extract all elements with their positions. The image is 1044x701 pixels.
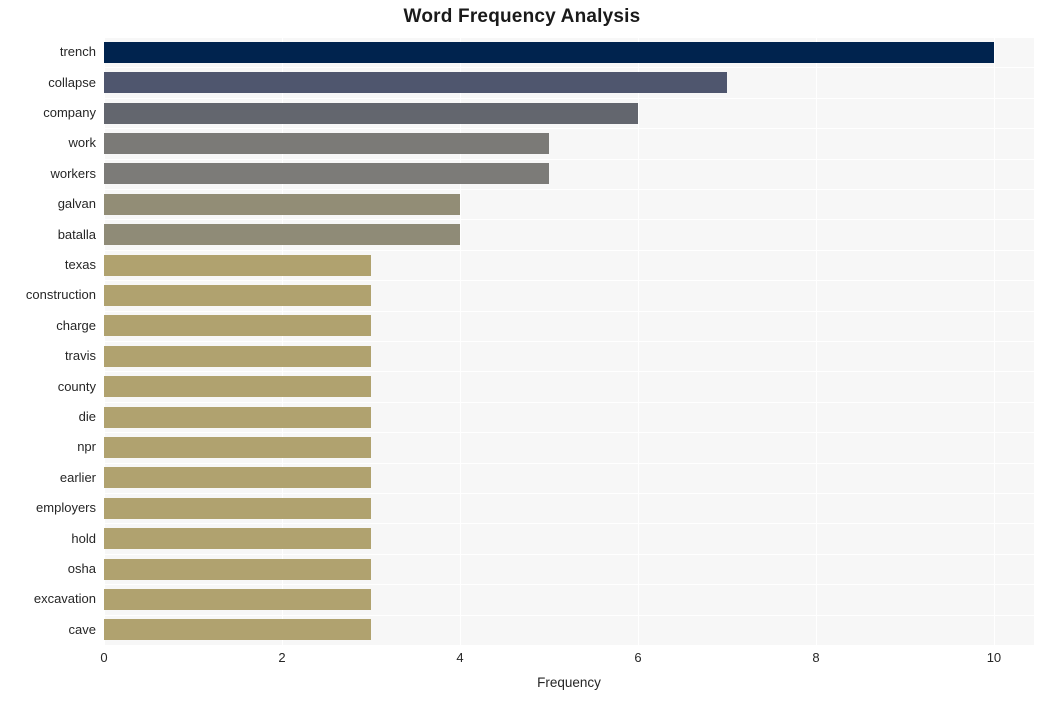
y-axis-tick-label: county <box>57 378 96 394</box>
bar <box>104 284 371 306</box>
bar <box>104 224 460 246</box>
x-axis-tick-label: 4 <box>456 650 464 665</box>
horizontal-gridline <box>104 371 1034 372</box>
y-axis-tick-label: trench <box>59 44 96 60</box>
y-axis-tick-label: die <box>78 409 96 424</box>
horizontal-gridline <box>104 280 1034 281</box>
bar <box>104 436 371 458</box>
y-axis-tick-label: batalla <box>57 226 96 242</box>
horizontal-gridline <box>104 159 1034 160</box>
y-axis-tick-label: earlier <box>59 469 96 485</box>
horizontal-gridline <box>104 554 1034 555</box>
y-axis-tick-label: osha <box>67 561 96 576</box>
x-axis-tick-label: 6 <box>634 650 642 665</box>
horizontal-gridline <box>104 98 1034 99</box>
bar <box>104 102 638 124</box>
horizontal-gridline <box>104 523 1034 524</box>
x-axis-tick-label: 0 <box>100 650 108 665</box>
chart-title: Word Frequency Analysis <box>403 6 641 27</box>
horizontal-gridline <box>104 311 1034 312</box>
y-axis-tick-label: travis <box>64 348 96 364</box>
x-axis-label: Frequency <box>537 675 601 690</box>
vertical-gridline <box>993 37 995 645</box>
y-axis-tick-label: galvan <box>57 196 96 212</box>
horizontal-gridline <box>104 37 1034 38</box>
bar <box>104 72 727 94</box>
y-axis-tick-label: charge <box>56 317 96 333</box>
bar <box>104 467 371 489</box>
bar <box>104 193 460 215</box>
y-axis-tick-label: employers <box>36 500 96 516</box>
horizontal-gridline <box>104 463 1034 464</box>
bar <box>104 41 994 63</box>
y-axis-tick-labels: trench collapse company work workers galvan ba… <box>0 37 96 645</box>
horizontal-gridline <box>104 189 1034 190</box>
plot-area <box>104 37 1034 646</box>
y-axis-tick-label: cave <box>68 621 96 637</box>
horizontal-gridline <box>104 432 1034 433</box>
vertical-gridline <box>637 37 639 645</box>
y-axis-tick-label: excavation <box>33 591 96 607</box>
x-axis-tick-label: 2 <box>278 650 286 665</box>
y-axis-tick-label: texas <box>64 257 96 272</box>
bar <box>104 558 371 580</box>
vertical-gridline <box>104 37 105 645</box>
bar <box>104 376 371 398</box>
y-axis-tick-label: work <box>68 135 96 151</box>
y-axis-tick-label: collapse <box>48 74 96 90</box>
horizontal-gridline <box>104 128 1034 129</box>
bar <box>104 497 371 519</box>
horizontal-gridline <box>104 615 1034 616</box>
horizontal-gridline <box>104 341 1034 342</box>
bar <box>104 588 371 610</box>
bar <box>104 315 371 337</box>
bar <box>104 345 371 367</box>
x-axis-tick-label: 10 <box>986 650 1002 665</box>
bar <box>104 619 371 641</box>
y-axis-tick-label: hold <box>71 530 96 546</box>
horizontal-gridline <box>104 493 1034 494</box>
horizontal-gridline <box>104 584 1034 585</box>
vertical-gridline <box>281 37 283 645</box>
horizontal-gridline <box>104 67 1034 68</box>
bar <box>104 406 371 428</box>
horizontal-gridline <box>104 645 1034 646</box>
x-axis-tick-label: 8 <box>812 650 820 665</box>
bar <box>104 254 371 276</box>
y-axis-tick-label: workers <box>50 165 96 181</box>
vertical-gridline <box>815 37 817 645</box>
word-frequency-chart: Word Frequency Analysis trench collapse co… <box>0 0 1044 701</box>
horizontal-gridline <box>104 402 1034 403</box>
x-axis-tick-labels: 0 2 4 6 8 10 <box>100 650 1034 670</box>
horizontal-gridline <box>104 250 1034 251</box>
vertical-gridline <box>459 37 461 645</box>
y-axis-tick-label: construction <box>25 287 96 303</box>
bar <box>104 163 549 185</box>
y-axis-tick-label: company <box>43 105 96 120</box>
y-axis-tick-label: npr <box>77 439 96 455</box>
bar <box>104 528 371 550</box>
horizontal-gridline <box>104 219 1034 220</box>
bar <box>104 132 549 154</box>
